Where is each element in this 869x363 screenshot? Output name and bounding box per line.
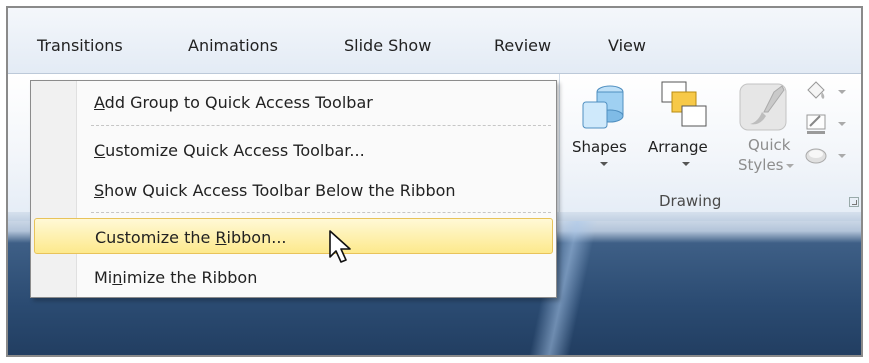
menu-item-label: imize the Ribbon	[122, 268, 258, 287]
access-key: S	[94, 181, 105, 200]
access-key: A	[94, 93, 105, 112]
menu-item-label: Mi	[94, 268, 113, 287]
chevron-down-icon	[786, 164, 794, 168]
menu-item-label: dd Group to Quick Access Toolbar	[104, 93, 373, 112]
shapes-label: Shapes	[572, 138, 627, 156]
shape-effects-icon	[805, 148, 827, 164]
menu-separator	[91, 125, 551, 126]
tab-transitions[interactable]: Transitions	[37, 36, 123, 55]
shape-outline-icon	[806, 114, 826, 134]
tab-animations[interactable]: Animations	[188, 36, 278, 55]
shape-fill-icon	[807, 81, 825, 99]
menu-item-label: ibbon...	[226, 228, 287, 247]
dialog-launcher-icon[interactable]	[849, 197, 859, 207]
menu-item-customize-ribbon[interactable]: Customize the Ribbon...	[34, 218, 553, 254]
menu-item-minimize-ribbon[interactable]: Minimize the Ribbon	[34, 259, 553, 295]
mouse-cursor-icon	[329, 230, 351, 263]
shapes-button[interactable]: Shapes	[568, 78, 640, 193]
powerpoint-window: Transitions Animations Slide Show Review…	[6, 6, 863, 357]
chevron-down-icon	[600, 162, 608, 166]
shape-outline-button[interactable]	[804, 112, 850, 136]
chevron-down-icon	[838, 90, 846, 94]
shapes-icon	[582, 85, 624, 129]
arrange-icon	[661, 81, 707, 127]
chevron-down-icon	[682, 162, 690, 166]
arrange-label: Arrange	[648, 138, 708, 156]
tab-review[interactable]: Review	[494, 36, 551, 55]
menu-item-add-group-to-quick-access[interactable]: Add Group to Quick Access Toolbar	[34, 84, 553, 120]
menu-separator	[91, 212, 551, 213]
quick-styles-button[interactable]: Quick Styles	[730, 78, 798, 193]
tab-view[interactable]: View	[608, 36, 646, 55]
quick-styles-icon	[739, 83, 787, 131]
menu-item-label: how Quick Access Toolbar Below the Ribbo…	[104, 181, 456, 200]
ribbon-context-menu: Add Group to Quick Access Toolbar Custom…	[30, 80, 557, 298]
arrange-button[interactable]: Arrange	[644, 78, 722, 193]
menu-item-label: ustomize Quick Access Toolbar...	[105, 141, 365, 160]
shape-fill-button[interactable]	[804, 80, 850, 104]
chevron-down-icon	[838, 122, 846, 126]
menu-item-label: Customize the	[95, 228, 216, 247]
ribbon-tab-bar: Transitions Animations Slide Show Review…	[8, 8, 861, 74]
chevron-down-icon	[838, 154, 846, 158]
drawing-group-label: Drawing	[659, 192, 722, 210]
shape-effects-button[interactable]	[804, 144, 850, 168]
group-separator	[559, 74, 560, 212]
access-key: n	[112, 268, 123, 287]
menu-item-show-quick-access-below[interactable]: Show Quick Access Toolbar Below the Ribb…	[34, 172, 553, 208]
quick-styles-label-line1: Quick	[748, 136, 791, 154]
tab-slide-show[interactable]: Slide Show	[344, 36, 431, 55]
access-key: R	[215, 228, 227, 247]
quick-styles-label-line2: Styles	[738, 156, 784, 174]
access-key: C	[94, 141, 106, 160]
menu-item-customize-quick-access[interactable]: Customize Quick Access Toolbar...	[34, 132, 553, 168]
